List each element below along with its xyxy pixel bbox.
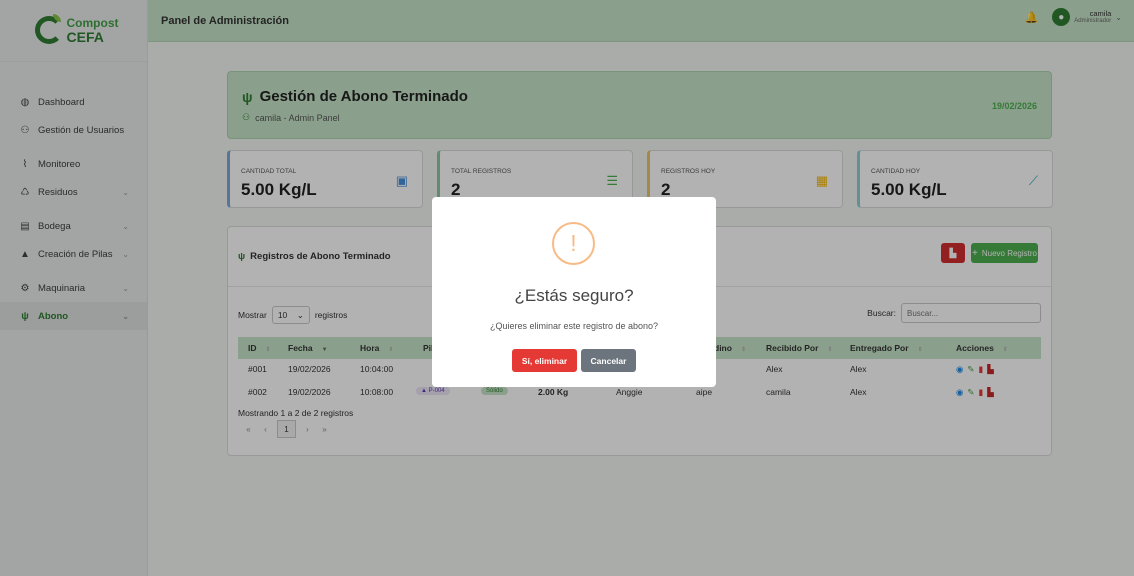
cancel-button[interactable]: Cancelar (581, 349, 636, 372)
confirm-dialog: ! ¿Estás seguro? ¿Quieres eliminar este … (432, 197, 716, 387)
confirm-delete-button[interactable]: Sí, eliminar (512, 349, 577, 372)
warning-icon: ! (552, 222, 595, 265)
dialog-text: ¿Quieres eliminar este registro de abono… (489, 321, 659, 331)
dialog-title: ¿Estás seguro? (514, 286, 634, 305)
